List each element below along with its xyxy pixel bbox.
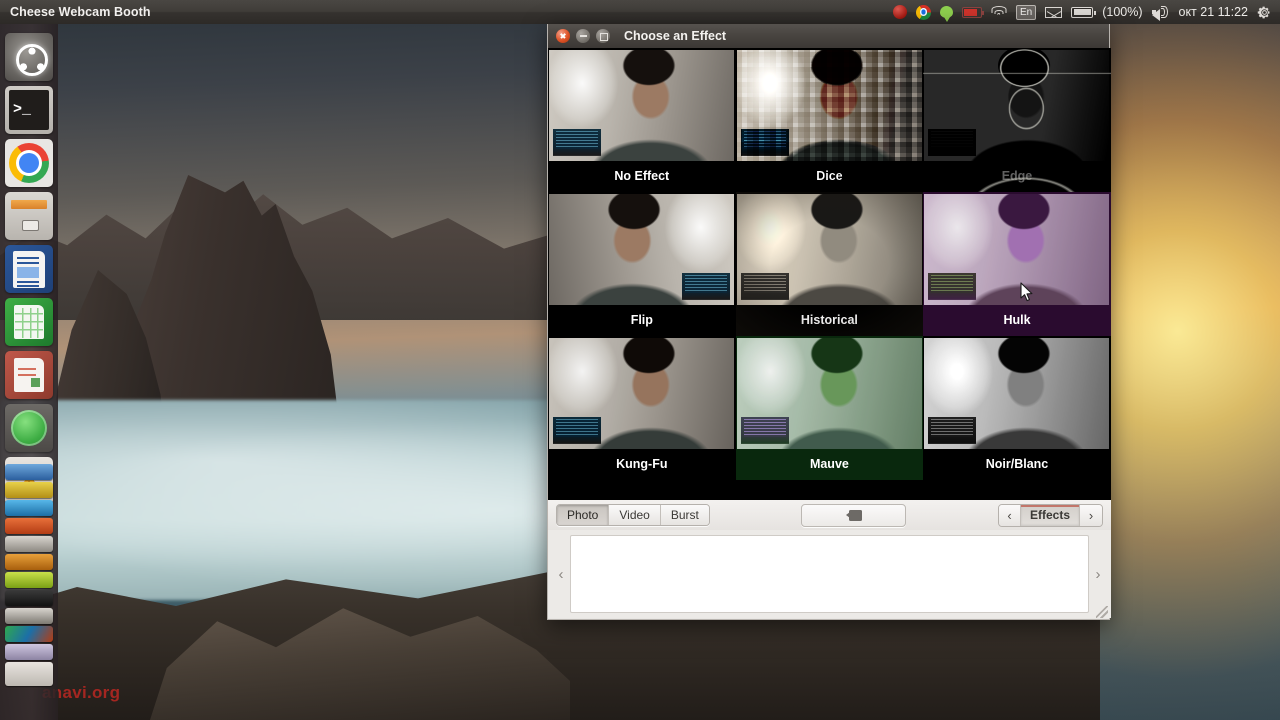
sidebar-item-impress[interactable] (5, 351, 53, 399)
effect-thumbnail (924, 50, 1110, 161)
sidebar-item-stacked-8[interactable] (5, 590, 53, 606)
gallery-strip-container: ‹ › (548, 530, 1111, 618)
effect-thumbnail (924, 338, 1110, 449)
mail-icon[interactable] (1045, 0, 1063, 24)
sidebar-item-stacked-5[interactable] (5, 536, 53, 552)
sidebar-item-stacked-1[interactable] (5, 464, 53, 480)
effect-thumbnail (736, 50, 922, 161)
page-title: Cheese Webcam Booth (10, 5, 151, 19)
minimize-icon[interactable] (576, 29, 590, 43)
gallery-next-button[interactable]: › (1089, 566, 1107, 583)
sidebar-item-software[interactable] (5, 404, 53, 452)
effects-grid: No Effect Dice Edge Flip Historical Hulk… (548, 48, 1111, 500)
effects-row: Flip Historical Hulk (548, 192, 1111, 336)
effect-label: Dice (816, 169, 843, 183)
resize-grip[interactable] (1096, 606, 1108, 618)
effect-label: Flip (630, 313, 653, 327)
keyboard-layout-indicator[interactable]: En (1015, 0, 1037, 24)
effect-label: Noir/Blanc (985, 457, 1049, 471)
effect-item-hulk[interactable]: Hulk (923, 192, 1111, 336)
effect-thumbnail (549, 194, 734, 305)
effects-next-button[interactable]: › (1080, 504, 1102, 526)
effect-item-kungfu[interactable]: Kung-Fu (548, 336, 736, 480)
ubuntu-one-icon[interactable] (892, 0, 907, 24)
tab-video[interactable]: Video (609, 505, 661, 525)
gallery-strip[interactable] (570, 535, 1089, 613)
system-tray: En (100%) окт 21 11:22 (892, 0, 1280, 24)
volume-icon[interactable] (1151, 0, 1170, 24)
sidebar-item-chrome[interactable] (5, 139, 53, 187)
tab-photo[interactable]: Photo (557, 505, 610, 525)
maximize-icon[interactable] (596, 29, 610, 43)
sidebar-item-files[interactable] (5, 192, 53, 240)
effect-item-flip[interactable]: Flip (548, 192, 736, 336)
keyboard-layout-label: En (1015, 4, 1037, 20)
messages-bubble-icon[interactable] (939, 0, 953, 24)
top-panel: Cheese Webcam Booth En (100%) окт 21 11:… (0, 0, 1280, 24)
effects-toolbar-group: ‹ Effects › (997, 503, 1103, 527)
tab-burst[interactable]: Burst (660, 505, 709, 525)
effect-label: Kung-Fu (616, 457, 668, 471)
effect-label: Historical (800, 313, 858, 327)
cheese-toolbar: Photo Video Burst ‹ Effects › (548, 500, 1111, 530)
sidebar-item-stacked-3[interactable] (5, 500, 53, 516)
cheese-window: Choose an Effect No Effect Dice Edge Fli… (547, 24, 1111, 620)
battery-percent-label: (100%) (1102, 5, 1143, 19)
battery-icon[interactable] (1071, 0, 1096, 24)
sidebar-item-stacked-2[interactable] (5, 482, 53, 498)
sidebar-item-stacked-4[interactable] (5, 518, 53, 534)
sidebar-item-stacked-6[interactable] (5, 554, 53, 570)
effect-thumbnail (549, 50, 734, 161)
sidebar-item-stacked-11[interactable] (5, 644, 53, 660)
effect-item-noir[interactable]: Noir/Blanc (923, 336, 1111, 480)
sidebar-item-stacked-9[interactable] (5, 608, 53, 624)
effect-label: Mauve (809, 457, 849, 471)
effect-item-mauve[interactable]: Mauve (735, 336, 924, 480)
sidebar-item-stacked-12[interactable] (5, 662, 53, 686)
effects-prev-button[interactable]: ‹ (998, 504, 1021, 526)
dialog-titlebar: Choose an Effect (548, 24, 1109, 48)
effect-item-none[interactable]: No Effect (548, 48, 736, 192)
sidebar-item-dash[interactable] (5, 33, 53, 81)
sidebar-item-calc[interactable] (5, 298, 53, 346)
sidebar-item-terminal[interactable] (5, 86, 53, 134)
gallery-prev-button[interactable]: ‹ (552, 566, 570, 583)
effect-label: Edge (1001, 169, 1033, 183)
sidebar-item-stacked-7[interactable] (5, 572, 53, 588)
effect-thumbnail (924, 194, 1110, 305)
sidebar-item-writer[interactable] (5, 245, 53, 293)
effects-toggle-button[interactable]: Effects (1020, 504, 1080, 526)
wifi-icon[interactable] (991, 0, 1007, 24)
unity-launcher (0, 24, 58, 720)
effect-thumbnail (736, 194, 922, 305)
effects-row: Kung-Fu Mauve Noir/Blanc (548, 336, 1111, 480)
effect-item-historical[interactable]: Historical (735, 192, 924, 336)
camera-icon (845, 509, 862, 521)
effect-label: No Effect (614, 169, 670, 183)
effect-thumbnail (549, 338, 734, 449)
sidebar-item-stacked-10[interactable] (5, 626, 53, 642)
dialog-title: Choose an Effect (624, 29, 727, 43)
effect-item-dice[interactable]: Dice (735, 48, 924, 192)
battery-low-icon[interactable] (961, 0, 985, 24)
mode-selector: Photo Video Burst (556, 504, 710, 526)
chrome-indicator-icon[interactable] (915, 0, 931, 24)
effect-label: Hulk (1003, 313, 1031, 327)
effect-thumbnail (736, 338, 922, 449)
effect-item-edge[interactable]: Edge (923, 48, 1111, 192)
effects-row: No Effect Dice Edge (548, 48, 1111, 192)
capture-button[interactable] (801, 503, 907, 527)
close-icon[interactable] (556, 29, 570, 43)
clock-label[interactable]: окт 21 11:22 (1179, 0, 1249, 24)
gear-icon[interactable] (1257, 0, 1272, 24)
